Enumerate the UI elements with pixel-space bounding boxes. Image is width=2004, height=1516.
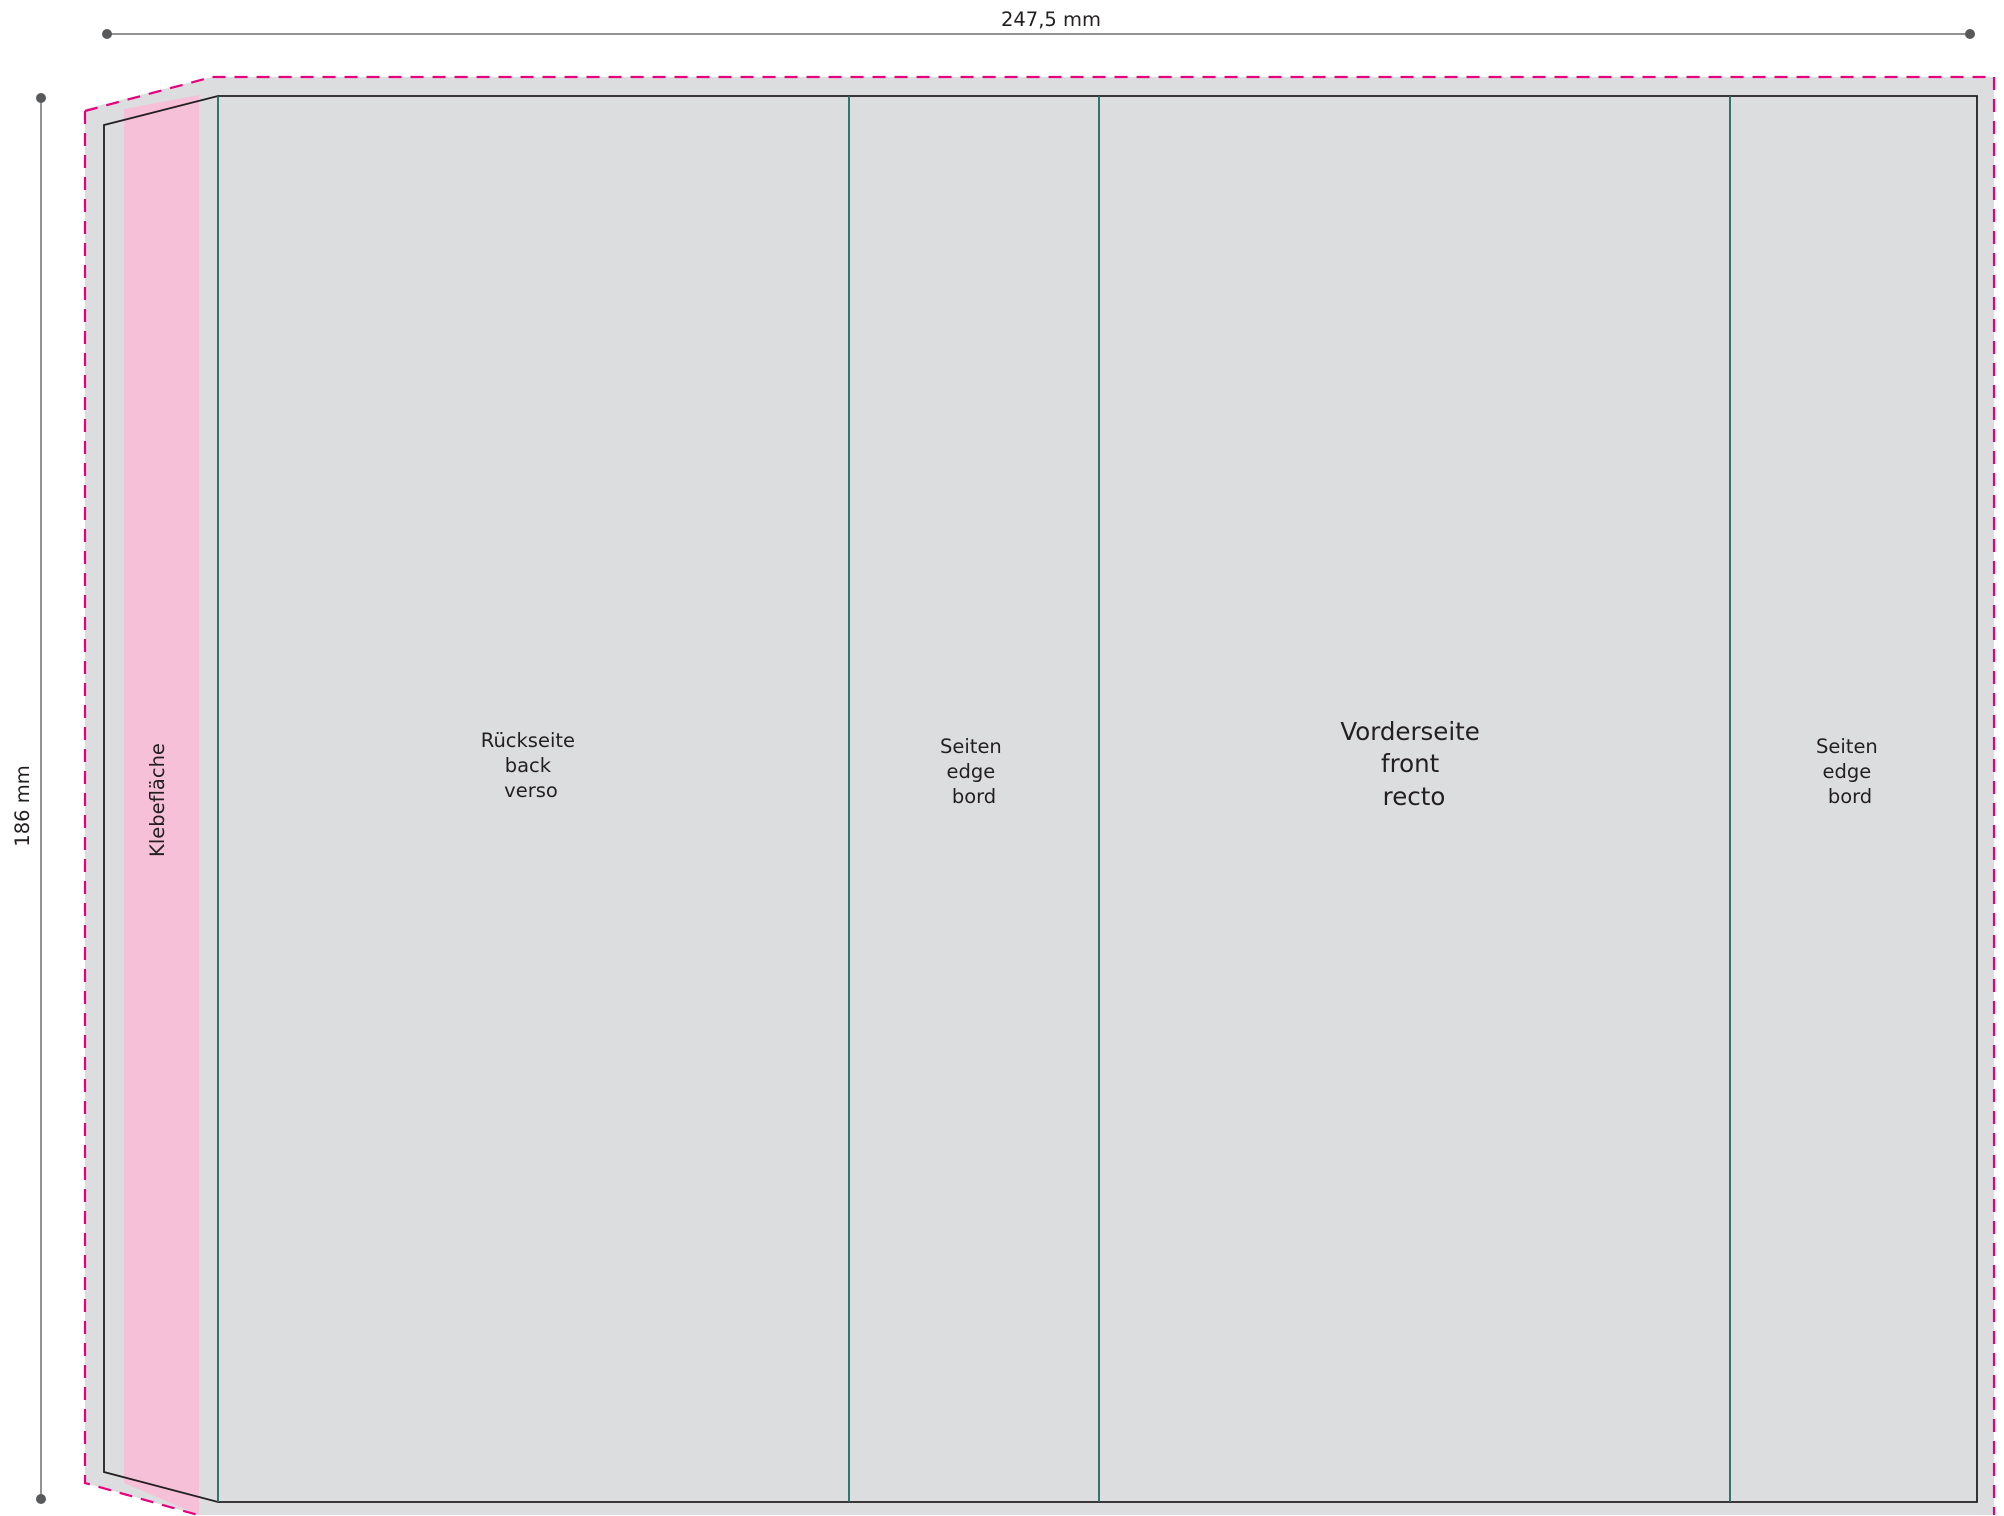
width-dimension-start-dot [102,29,112,39]
packaging-dieline-diagram: 247,5 mm 186 mm Klebefläche Rückseite ba… [11,8,1996,1516]
edge-left-label-fr: bord [952,785,996,808]
front-panel-label-fr: recto [1383,782,1446,811]
width-dimension-label: 247,5 mm [1001,8,1101,31]
back-panel-label-fr: verso [504,779,558,802]
bleed-area [85,77,1994,1515]
edge-left-label-de: Seiten [940,735,1002,758]
glue-area-label: Klebefläche [146,743,169,857]
width-dimension-end-dot [1965,29,1975,39]
height-dimension-label: 186 mm [11,765,34,846]
edge-right-label-en: edge [1823,760,1872,783]
front-panel-label-de: Vorderseite [1340,717,1480,746]
front-panel-label-en: front [1381,749,1440,778]
height-dimension-start-dot [36,93,46,103]
edge-right-label-fr: bord [1828,785,1872,808]
edge-right-label-de: Seiten [1816,735,1878,758]
height-dimension-end-dot [36,1494,46,1504]
edge-left-label-en: edge [947,760,996,783]
back-panel-label-de: Rückseite [481,729,575,752]
back-panel-label-en: back [505,754,552,777]
